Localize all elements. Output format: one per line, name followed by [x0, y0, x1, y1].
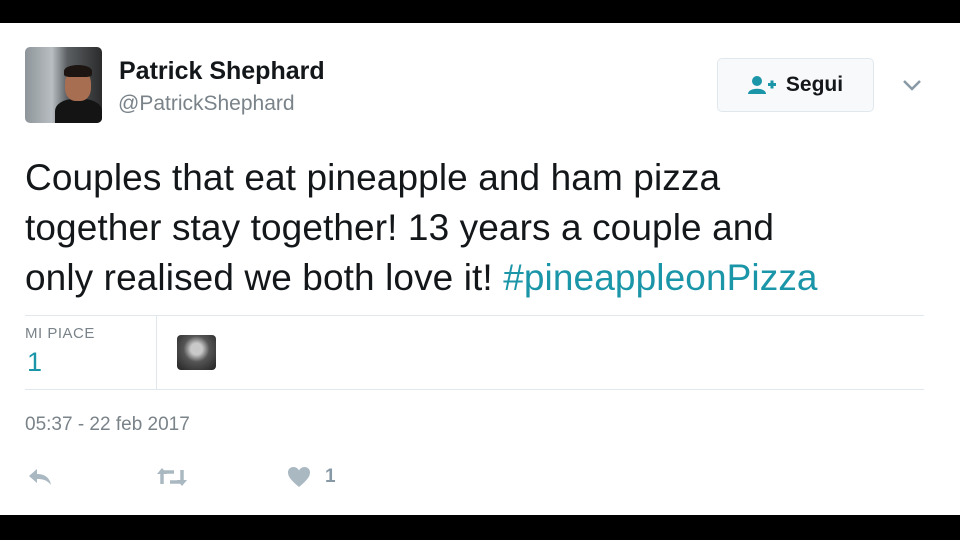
tweet-text-line: Couples that eat pineapple and ham pizza [25, 157, 721, 198]
author-avatar[interactable] [25, 47, 102, 123]
tweet-card: Patrick Shephard @PatrickShephard Segui … [0, 23, 960, 515]
follow-button[interactable]: Segui [717, 58, 874, 112]
tweet-text-line: only realised we both love it! [25, 257, 504, 298]
hashtag-link[interactable]: #pineappleonPizza [503, 257, 817, 298]
like-button[interactable]: 1 [287, 466, 336, 488]
tweet-text: Couples that eat pineapple and ham pizza… [25, 153, 925, 303]
like-count: 1 [325, 466, 336, 487]
follow-button-label: Segui [785, 73, 844, 96]
avatar-hair-shape [64, 65, 92, 77]
stats-divider-bottom [25, 389, 924, 390]
heart-icon [287, 466, 311, 488]
stats-separator [156, 316, 157, 389]
reply-button[interactable] [27, 466, 53, 488]
retweet-icon [156, 466, 188, 488]
retweet-button[interactable] [156, 466, 188, 488]
add-user-icon [747, 75, 776, 95]
tweet-text-line: together stay together! 13 years a coupl… [25, 207, 775, 248]
author-name[interactable]: Patrick Shephard [119, 57, 325, 86]
chevron-down-icon[interactable] [900, 75, 924, 95]
tweet-timestamp[interactable]: 05:37 - 22 feb 2017 [25, 414, 190, 436]
author-handle[interactable]: @PatrickShephard [118, 92, 295, 116]
liker-avatar[interactable] [177, 335, 216, 370]
stats-divider-top [25, 315, 924, 316]
likes-count[interactable]: 1 [27, 347, 42, 378]
likes-label: MI PIACE [25, 325, 95, 342]
reply-icon [27, 467, 53, 487]
avatar-body-shape [55, 99, 102, 123]
